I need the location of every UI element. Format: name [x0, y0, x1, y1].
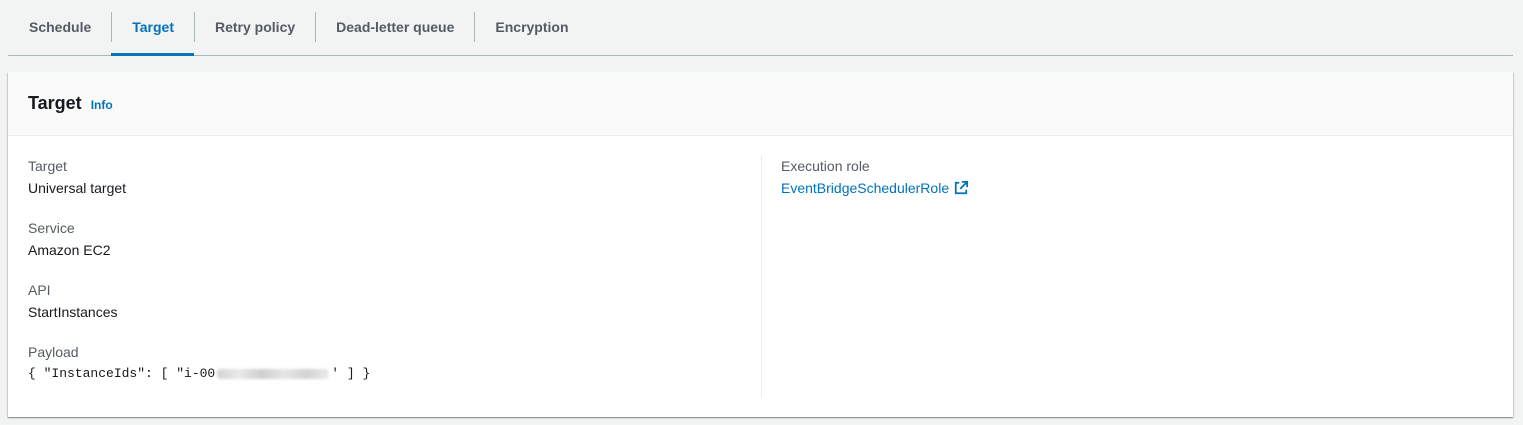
execution-role-link[interactable]: EventBridgeSchedulerRole — [781, 180, 949, 196]
column-divider — [761, 156, 762, 398]
details-right-column: Execution role EventBridgeSchedulerRole — [781, 156, 1481, 218]
api-label: API — [28, 282, 51, 298]
target-label: Target — [28, 158, 67, 174]
panel-title: Target — [28, 93, 82, 113]
tab-label: Retry policy — [215, 19, 296, 35]
panel-body: Target Universal target Service Amazon E… — [8, 136, 1513, 416]
tab-schedule[interactable]: Schedule — [8, 0, 111, 54]
tab-bar: Schedule Target Retry policy Dead-letter… — [8, 0, 1513, 56]
tab-label: Dead-letter queue — [336, 19, 455, 35]
redacted-blur — [217, 368, 330, 379]
api-field: API StartInstances — [28, 280, 748, 324]
tab-label: Target — [132, 19, 174, 35]
target-value: Universal target — [28, 180, 127, 196]
details-left-column: Target Universal target Service Amazon E… — [28, 156, 748, 404]
payload-prefix: { "InstanceIds": [ "i-00 — [28, 366, 216, 381]
tab-dead-letter-queue[interactable]: Dead-letter queue — [315, 0, 474, 54]
tab-encryption[interactable]: Encryption — [474, 0, 588, 54]
payload-field: Payload { "InstanceIds": [ "i-00 ' ] } — [28, 342, 748, 386]
tab-target[interactable]: Target — [111, 0, 194, 56]
api-value: StartInstances — [28, 304, 118, 320]
tab-label: Encryption — [495, 19, 569, 35]
execution-role-label: Execution role — [781, 158, 870, 174]
target-field: Target Universal target — [28, 156, 748, 200]
payload-value: { "InstanceIds": [ "i-00 ' ] } — [28, 362, 748, 386]
payload-label: Payload — [28, 344, 79, 360]
service-field: Service Amazon EC2 — [28, 218, 748, 262]
tab-label: Schedule — [29, 19, 92, 35]
payload-suffix: ' ] } — [331, 366, 371, 381]
target-panel: Target Info Target Universal target Serv… — [8, 72, 1513, 417]
execution-role-field: Execution role EventBridgeSchedulerRole — [781, 156, 1481, 200]
service-value: Amazon EC2 — [28, 242, 111, 258]
external-link-icon[interactable] — [954, 181, 969, 195]
execution-role-value: EventBridgeSchedulerRole — [781, 176, 1481, 200]
info-link[interactable]: Info — [91, 98, 113, 112]
panel-header: Target Info — [8, 72, 1513, 136]
tab-retry-policy[interactable]: Retry policy — [194, 0, 315, 54]
service-label: Service — [28, 220, 75, 236]
